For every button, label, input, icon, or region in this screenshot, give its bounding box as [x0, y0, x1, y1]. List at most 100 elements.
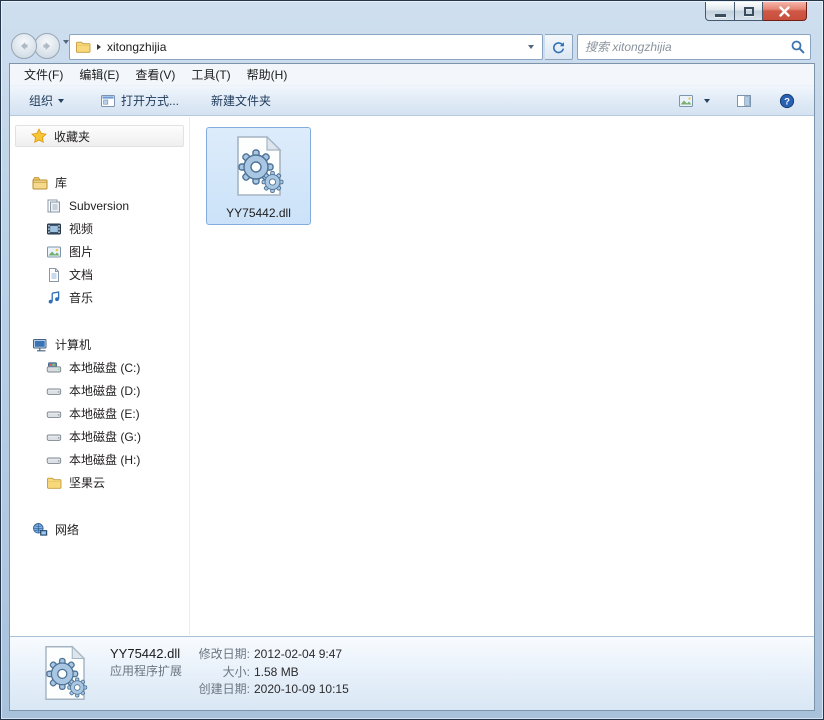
- details-file-name: YY75442.dll: [110, 646, 181, 661]
- details-row: 修改日期: 2012-02-04 9:47: [186, 646, 349, 664]
- maximize-button[interactable]: [735, 2, 763, 21]
- folder-icon: [46, 475, 64, 491]
- toolbar: 组织 打开方式... 新建文件夹 ?: [10, 86, 814, 116]
- chevron-down-icon: [704, 98, 710, 103]
- breadcrumb-folder[interactable]: xitongzhijia: [107, 40, 522, 54]
- sidebar-item-label: 本地磁盘 (E:): [69, 407, 140, 421]
- open-with-icon: [100, 93, 116, 109]
- back-button[interactable]: [11, 33, 37, 59]
- videos-icon: [46, 221, 64, 237]
- sidebar-item[interactable]: 图片: [10, 240, 189, 263]
- menu-item[interactable]: 帮助(H): [239, 63, 296, 86]
- library-icon: [46, 198, 64, 214]
- details-pane: YY75442.dll 应用程序扩展 修改日期: 2012-02-04 9:47 大…: [10, 636, 814, 710]
- drive-icon: [46, 406, 64, 422]
- sidebar-item[interactable]: 文档: [10, 263, 189, 286]
- menu-bar: 文件(F) 编辑(E) 查看(V) 工具(T) 帮助(H): [10, 64, 814, 86]
- music-icon: [46, 290, 64, 306]
- close-button[interactable]: [763, 2, 807, 21]
- preview-pane-button[interactable]: [732, 89, 761, 113]
- back-arrow-icon: [20, 42, 28, 50]
- sidebar-item-label: 文档: [69, 268, 94, 282]
- sidebar-item-label: 本地磁盘 (C:): [69, 361, 141, 375]
- documents-icon: [46, 267, 64, 283]
- network-icon: [32, 522, 50, 538]
- sidebar-item-label: 视频: [69, 222, 94, 236]
- chevron-down-icon: [58, 98, 65, 103]
- sidebar-item-network[interactable]: 网络: [10, 518, 189, 541]
- details-row-value: 2020-10-09 10:15: [254, 682, 349, 696]
- details-row-value: 1.58 MB: [254, 664, 299, 679]
- sidebar-item-label: 图片: [69, 245, 94, 259]
- sidebar-item[interactable]: 本地磁盘 (H:): [10, 448, 189, 471]
- sidebar-item-label: 收藏夹: [54, 129, 91, 144]
- sidebar-item-label: 坚果云: [69, 476, 106, 490]
- sidebar-item-label: 本地磁盘 (D:): [69, 384, 141, 398]
- file-list: YY75442.dll: [191, 117, 814, 635]
- sidebar-item[interactable]: 音乐: [10, 286, 189, 309]
- organize-button[interactable]: 组织: [20, 88, 73, 113]
- folder-icon: [75, 39, 91, 55]
- sidebar-item-libraries[interactable]: 库: [10, 171, 189, 194]
- pictures-icon: [46, 244, 64, 260]
- details-row: 创建日期: 2020-10-09 10:15: [186, 681, 349, 699]
- maximize-icon: [743, 6, 754, 16]
- libraries-icon: [32, 175, 50, 191]
- drive-icon: [46, 429, 64, 445]
- refresh-icon: [553, 41, 565, 53]
- toolbar-right: ?: [674, 89, 804, 113]
- sidebar-item[interactable]: 本地磁盘 (G:): [10, 425, 189, 448]
- details-row-label: 修改日期:: [198, 647, 250, 661]
- menu-item[interactable]: 工具(T): [183, 63, 238, 86]
- new-folder-button[interactable]: 新建文件夹: [202, 88, 280, 113]
- sidebar-item-label: 音乐: [69, 291, 94, 305]
- refresh-button[interactable]: [545, 34, 573, 60]
- explorer-client-area: 文件(F) 编辑(E) 查看(V) 工具(T) 帮助(H) 组织 打开方式... 新建文…: [9, 63, 815, 711]
- menu-item[interactable]: 编辑(E): [71, 63, 127, 86]
- help-icon: ?: [779, 93, 795, 109]
- address-dropdown-button[interactable]: [522, 36, 540, 58]
- window-controls: [705, 2, 807, 21]
- menu-item[interactable]: 文件(F): [16, 63, 71, 86]
- open-with-label: 打开方式...: [121, 94, 180, 108]
- details-row: 大小: 1.58 MB: [186, 664, 349, 682]
- sidebar-item-favorites[interactable]: 收藏夹: [15, 125, 184, 147]
- sidebar-item-label: 网络: [55, 523, 80, 537]
- menu-item[interactable]: 查看(V): [127, 63, 183, 86]
- breadcrumb-arrow-icon[interactable]: [97, 44, 101, 50]
- sidebar-item-label: Subversion: [69, 198, 130, 213]
- details-file-type: 应用程序扩展: [110, 664, 183, 678]
- new-folder-label: 新建文件夹: [211, 94, 272, 108]
- sidebar-item[interactable]: 本地磁盘 (E:): [10, 402, 189, 425]
- views-button[interactable]: [674, 89, 714, 113]
- sidebar-item[interactable]: 本地磁盘 (C:): [10, 356, 189, 379]
- chevron-down-icon: [528, 45, 534, 49]
- sidebar-item[interactable]: 本地磁盘 (D:): [10, 379, 189, 402]
- dll-file-icon: [227, 134, 291, 198]
- minimize-button[interactable]: [705, 2, 735, 21]
- details-left-column: YY75442.dll 应用程序扩展: [110, 645, 182, 680]
- sidebar-item[interactable]: 视频: [10, 217, 189, 240]
- details-properties: 修改日期: 2012-02-04 9:47 大小: 1.58 MB 创建日期: 2020-…: [186, 646, 349, 699]
- details-row-label: 创建日期:: [198, 682, 250, 696]
- dll-file-icon: [36, 644, 94, 702]
- preview-pane-icon: [736, 93, 752, 109]
- sidebar-item-label: 计算机: [55, 338, 92, 352]
- computer-icon: [32, 337, 50, 353]
- address-bar[interactable]: xitongzhijia: [69, 34, 543, 60]
- organize-label: 组织: [29, 94, 54, 108]
- minimize-icon: [714, 13, 726, 17]
- sidebar-item[interactable]: Subversion: [10, 194, 189, 217]
- search-icon[interactable]: [790, 39, 806, 55]
- forward-arrow-icon: [43, 42, 51, 50]
- star-icon: [31, 128, 49, 144]
- help-button[interactable]: ?: [775, 89, 804, 113]
- sidebar-item[interactable]: 坚果云: [10, 471, 189, 494]
- open-with-button[interactable]: 打开方式...: [91, 88, 188, 113]
- search-input[interactable]: [580, 39, 790, 55]
- views-icon: [678, 93, 694, 109]
- forward-button[interactable]: [34, 33, 60, 59]
- sidebar-item-computer[interactable]: 计算机: [10, 333, 189, 356]
- file-item[interactable]: YY75442.dll: [206, 127, 311, 225]
- search-box[interactable]: [577, 34, 811, 60]
